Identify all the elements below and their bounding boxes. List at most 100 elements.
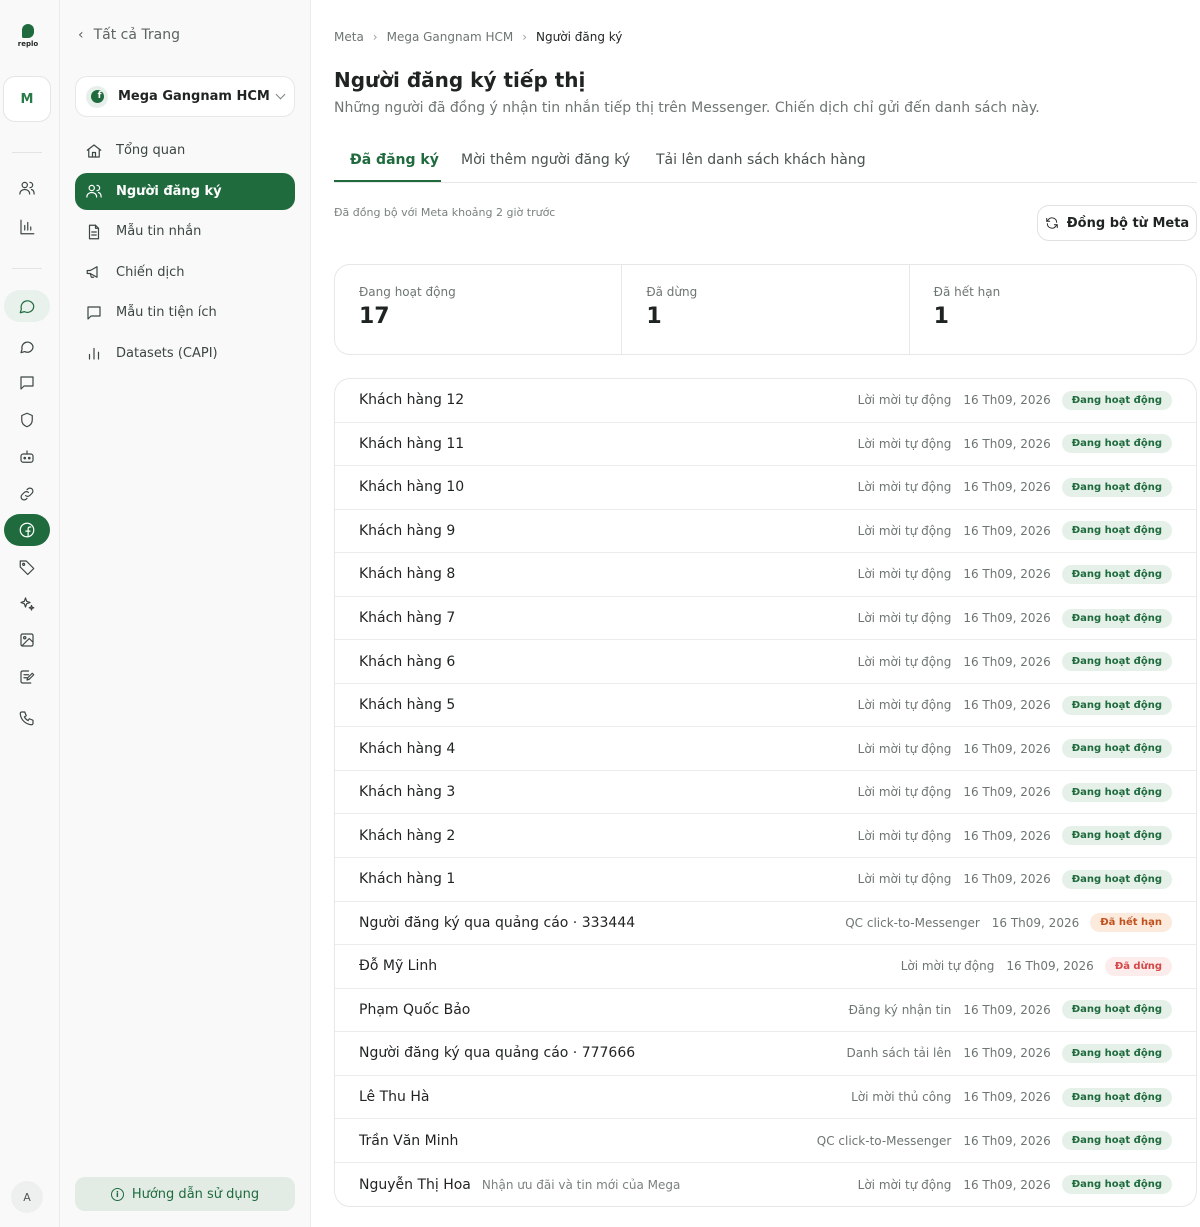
subscriber-name: Phạm Quốc Bảo bbox=[359, 1001, 471, 1018]
subscriber-date: 16 Th09, 2026 bbox=[963, 436, 1051, 451]
subscriber-row[interactable]: Khách hàng 12 Lời mời tự động 16 Th09, 202… bbox=[335, 379, 1196, 423]
rail-security-button[interactable] bbox=[4, 404, 50, 436]
sync-from-meta-button[interactable]: Đồng bộ từ Meta bbox=[1037, 205, 1197, 241]
subscriber-row[interactable]: Khách hàng 10 Lời mời tự động 16 Th09, 202… bbox=[335, 466, 1196, 510]
subscriber-name: Người đăng ký qua quảng cáo · 777666 bbox=[359, 1045, 636, 1062]
subscriber-date: 16 Th09, 2026 bbox=[1006, 959, 1094, 974]
rail-forms-button[interactable] bbox=[4, 661, 50, 693]
subscriber-row[interactable]: Đỗ Mỹ Linh Lời mời tự động 16 Th09, 2026 Đã… bbox=[335, 945, 1196, 989]
subscriber-row[interactable]: Khách hàng 2 Lời mời tự động 16 Th09, 2026… bbox=[335, 814, 1196, 859]
bar-chart-icon bbox=[20, 219, 35, 235]
status-badge: Đang hoạt động bbox=[1061, 782, 1172, 802]
subscriber-name: Đỗ Mỹ Linh bbox=[359, 958, 438, 975]
message-circle-icon bbox=[20, 341, 34, 354]
subscriber-name: Người đăng ký qua quảng cáo · 333444 bbox=[359, 914, 636, 931]
rail-meta-button[interactable] bbox=[4, 514, 50, 546]
workspace-switcher[interactable]: M bbox=[3, 76, 51, 122]
rail-comments-button[interactable] bbox=[4, 367, 50, 399]
subscriber-source: Lời mời tự động bbox=[857, 741, 952, 756]
message-icon bbox=[87, 305, 101, 320]
subscriber-source: Lời mời thủ công bbox=[851, 1090, 952, 1105]
user-avatar[interactable]: A bbox=[11, 1181, 43, 1213]
subscriber-row[interactable]: Khách hàng 4 Lời mời tự động 16 Th09, 2026… bbox=[335, 727, 1196, 771]
stat-value: 1 bbox=[646, 304, 662, 329]
subscriber-date: 16 Th09, 2026 bbox=[963, 785, 1051, 800]
user-guide-button[interactable]: i Hướng dẫn sử dụng bbox=[75, 1177, 295, 1211]
chevron-down-icon bbox=[275, 89, 286, 100]
sidebar-nav: Tổng quan Người đăng ký Mẫu tin nhắn Chi… bbox=[75, 132, 295, 375]
subscriber-date: 16 Th09, 2026 bbox=[963, 1046, 1051, 1061]
subscriber-row[interactable]: Trần Văn Minh QC click-to-Messenger 16 Th0… bbox=[335, 1119, 1196, 1163]
back-to-all-pages-link[interactable]: ‹ Tất cả Trang bbox=[78, 27, 180, 43]
rail-messages-button[interactable] bbox=[4, 290, 50, 322]
rail-ai-button[interactable] bbox=[4, 588, 50, 620]
sidebar-item-utility-templates[interactable]: Mẫu tin tiện ích bbox=[75, 294, 295, 331]
app-logo[interactable]: replo bbox=[14, 24, 42, 48]
subscriber-row[interactable]: Khách hàng 9 Lời mời tự động 16 Th09, 2026… bbox=[335, 510, 1196, 554]
rail-tags-button[interactable] bbox=[4, 551, 50, 583]
breadcrumb-meta[interactable]: Meta bbox=[334, 30, 364, 44]
subscriber-row[interactable]: Phạm Quốc Bảo Đăng ký nhận tin 16 Th09, 20… bbox=[335, 989, 1196, 1033]
rail-media-button[interactable] bbox=[4, 624, 50, 656]
refresh-icon bbox=[1046, 217, 1058, 229]
rail-analytics-button[interactable] bbox=[4, 211, 50, 243]
subscriber-list: Khách hàng 12 Lời mời tự động 16 Th09, 202… bbox=[334, 378, 1197, 1208]
breadcrumb-page[interactable]: Mega Gangnam HCM bbox=[387, 30, 514, 44]
info-icon: i bbox=[110, 1187, 124, 1201]
subscriber-row[interactable]: Khách hàng 5 Lời mời tự động 16 Th09, 2026… bbox=[335, 684, 1196, 728]
subscriber-name: Khách hàng 6 bbox=[359, 653, 456, 670]
subscriber-row[interactable]: Người đăng ký qua quảng cáo · 333444 QC c… bbox=[335, 902, 1196, 946]
status-badge: Đang hoạt động bbox=[1061, 1087, 1172, 1107]
status-badge: Đang hoạt động bbox=[1061, 739, 1172, 759]
sidebar-item-message-templates[interactable]: Mẫu tin nhắn bbox=[75, 213, 295, 250]
subscriber-row[interactable]: Người đăng ký qua quảng cáo · 777666 Danh… bbox=[335, 1032, 1196, 1076]
sidebar-item-overview[interactable]: Tổng quan bbox=[75, 132, 295, 169]
tab-invite-subscribers[interactable]: Mời thêm người đăng ký bbox=[461, 152, 630, 168]
subscriber-date: 16 Th09, 2026 bbox=[963, 393, 1051, 408]
image-icon bbox=[20, 633, 34, 647]
subscriber-source: Lời mời tự động bbox=[857, 393, 952, 408]
tab-subscribed[interactable]: Đã đăng ký bbox=[350, 152, 439, 168]
rail-integrations-button[interactable] bbox=[4, 478, 50, 510]
subscriber-row[interactable]: Khách hàng 3 Lời mời tự động 16 Th09, 2026… bbox=[335, 771, 1196, 815]
subscriber-name: Khách hàng 2 bbox=[359, 827, 456, 844]
status-badge: Đang hoạt động bbox=[1061, 826, 1172, 846]
subscriber-date: 16 Th09, 2026 bbox=[963, 1133, 1051, 1148]
subscriber-row[interactable]: Khách hàng 11 Lời mời tự động 16 Th09, 202… bbox=[335, 423, 1196, 467]
active-tab-indicator bbox=[334, 180, 441, 182]
subscriber-name: Khách hàng 4 bbox=[359, 740, 456, 757]
subscriber-date: 16 Th09, 2026 bbox=[963, 1090, 1051, 1105]
stat-stopped: Đã dừng 1 bbox=[622, 265, 910, 354]
subscriber-row[interactable]: Khách hàng 6 Lời mời tự động 16 Th09, 2026… bbox=[335, 640, 1196, 684]
rail-contacts-button[interactable] bbox=[4, 172, 50, 204]
subscriber-date: 16 Th09, 2026 bbox=[963, 523, 1051, 538]
stat-label: Đang hoạt động bbox=[359, 285, 456, 299]
home-icon bbox=[86, 143, 102, 158]
subscriber-name: Nguyễn Thị Hoa bbox=[359, 1176, 471, 1193]
subscriber-row[interactable]: Khách hàng 1 Lời mời tự động 16 Th09, 2026… bbox=[335, 858, 1196, 902]
subscriber-row[interactable]: Nguyễn Thị Hoa Nhận ưu đãi và tin mới của… bbox=[335, 1163, 1196, 1207]
chevron-left-icon: ‹ bbox=[78, 27, 84, 43]
tab-bar: Đã đăng ký Mời thêm người đăng ký Tải lê… bbox=[334, 140, 1197, 183]
bar-chart-icon bbox=[88, 347, 100, 360]
chevron-right-icon: › bbox=[372, 30, 378, 44]
page-selector[interactable]: f Mega Gangnam HCM bbox=[75, 76, 295, 117]
subscriber-row[interactable]: Khách hàng 7 Lời mời tự động 16 Th09, 2026… bbox=[335, 597, 1196, 641]
sidebar-item-campaigns[interactable]: Chiến dịch bbox=[75, 254, 295, 291]
sidebar-item-label: Mẫu tin tiện ích bbox=[116, 305, 217, 320]
rail-bot-button[interactable] bbox=[4, 441, 50, 473]
subscriber-row[interactable]: Lê Thu Hà Lời mời thủ công 16 Th09, 2026 Đa… bbox=[335, 1076, 1196, 1120]
subscriber-name: Lê Thu Hà bbox=[359, 1089, 430, 1106]
subscriber-source: Lời mời tự động bbox=[857, 436, 952, 451]
subscriber-row[interactable]: Khách hàng 8 Lời mời tự động 16 Th09, 2026… bbox=[335, 553, 1196, 597]
status-badge: Đang hoạt động bbox=[1061, 869, 1172, 889]
rail-inbox-button[interactable] bbox=[4, 331, 50, 363]
subscriber-date: 16 Th09, 2026 bbox=[963, 480, 1051, 495]
subscriber-name: Trần Văn Minh bbox=[359, 1132, 459, 1149]
chevron-right-icon: › bbox=[522, 30, 528, 44]
rail-calls-button[interactable] bbox=[4, 702, 50, 734]
sidebar-item-datasets[interactable]: Datasets (CAPI) bbox=[75, 335, 295, 372]
tab-upload-customer-list[interactable]: Tải lên danh sách khách hàng bbox=[656, 152, 866, 168]
tag-icon bbox=[19, 560, 35, 576]
sidebar-item-subscribers[interactable]: Người đăng ký bbox=[75, 172, 295, 210]
